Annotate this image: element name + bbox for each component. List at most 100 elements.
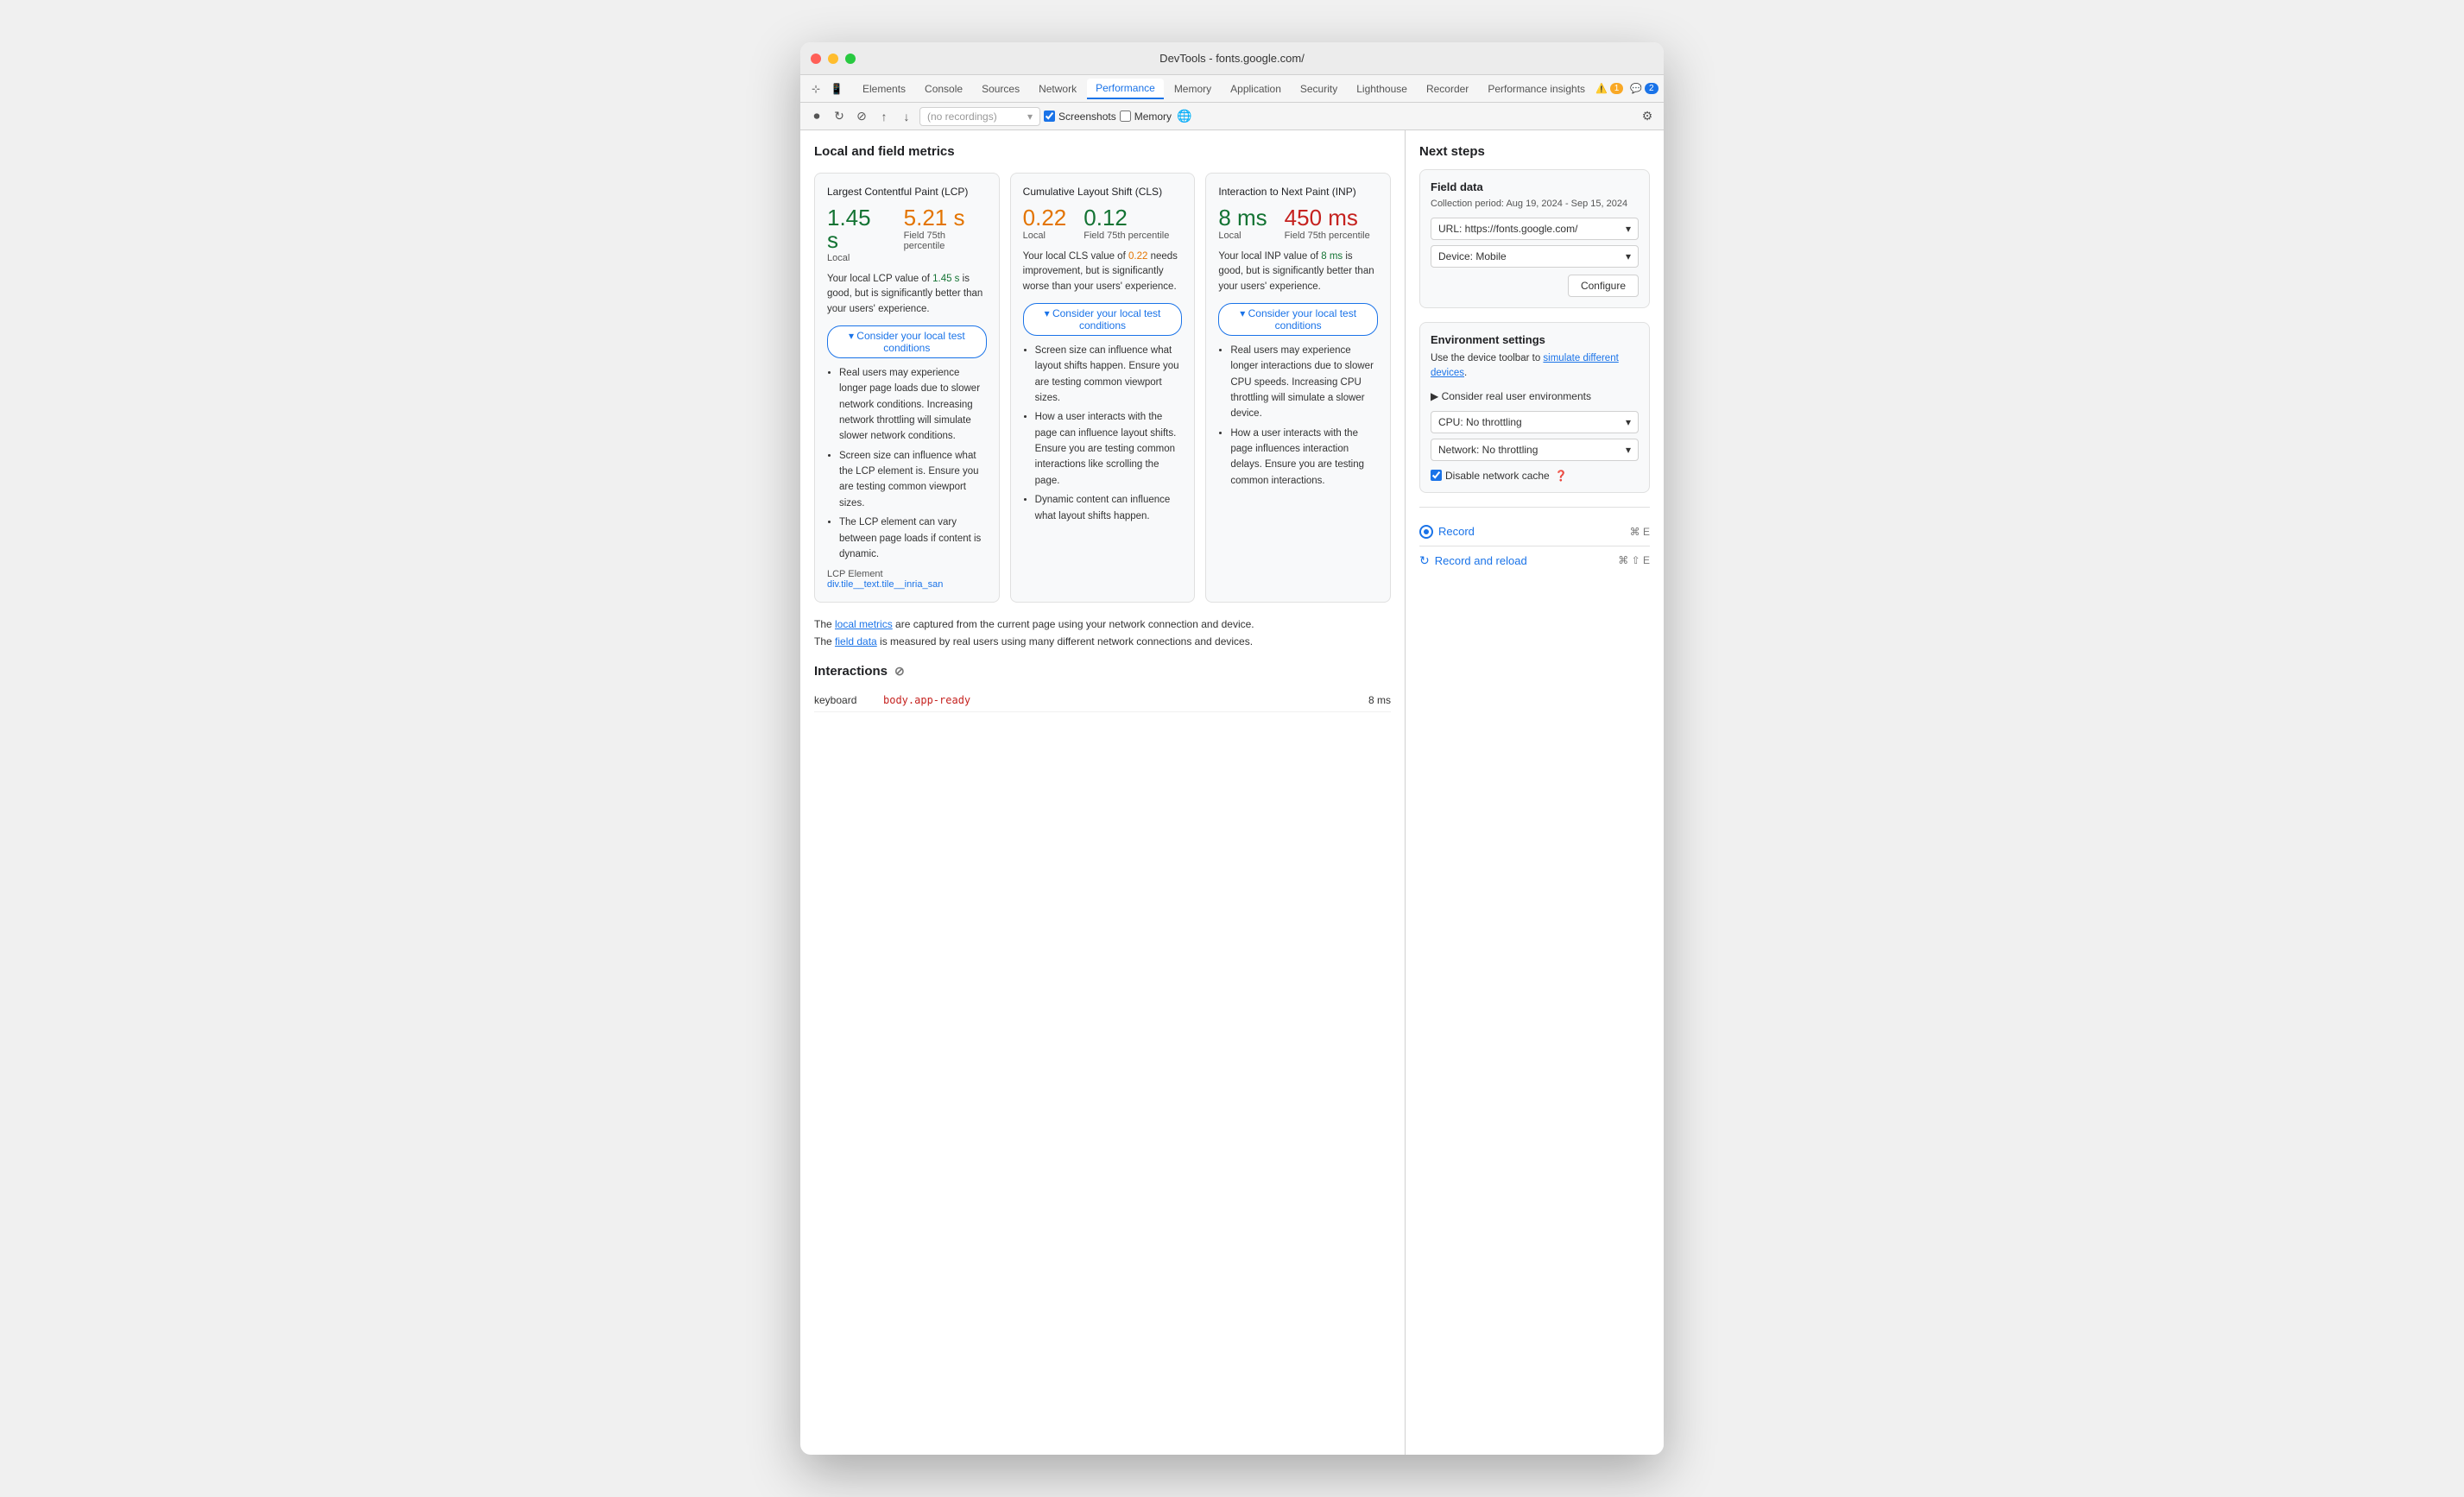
tab-performance-insights[interactable]: Performance insights [1479, 79, 1594, 98]
lcp-bullet-1: Real users may experience longer page lo… [839, 365, 987, 445]
disable-cache-label: Disable network cache [1445, 470, 1550, 482]
record-section: Record ⌘ E ↻ Record and reload ⌘ ⇧ E [1419, 507, 1650, 575]
env-desc: Use the device toolbar to simulate diffe… [1431, 351, 1639, 382]
cls-highlight: 0.22 [1128, 251, 1147, 262]
lcp-bullet-2: Screen size can influence what the LCP e… [839, 448, 987, 512]
inp-desc: Your local INP value of 8 ms is good, bu… [1218, 250, 1378, 294]
info-badge: 2 [1645, 83, 1658, 94]
record-row[interactable]: Record ⌘ E [1419, 518, 1650, 546]
screenshots-checkbox[interactable] [1044, 111, 1055, 122]
cls-card: Cumulative Layout Shift (CLS) 0.22 Local… [1010, 173, 1196, 603]
refresh-button[interactable]: ↻ [830, 107, 849, 126]
inp-local-value: 8 ms [1218, 206, 1267, 229]
tab-right-controls: ⚠️ 1 💬 2 ⚙ ⋮ [1595, 80, 1664, 98]
minimize-button[interactable] [828, 54, 838, 64]
memory-toggle[interactable]: Memory [1120, 111, 1172, 123]
lcp-consider-button[interactable]: ▾ Consider your local test conditions [827, 325, 987, 358]
lcp-field-group: 5.21 s Field 75th percentile [904, 206, 987, 263]
interactions-icon: ⊘ [894, 664, 905, 679]
simulate-link[interactable]: simulate different devices [1431, 353, 1619, 378]
tab-network[interactable]: Network [1030, 79, 1085, 98]
disable-cache-checkbox[interactable] [1431, 470, 1442, 481]
inp-bullet-1: Real users may experience longer interac… [1230, 343, 1378, 422]
url-dropdown[interactable]: URL: https://fonts.google.com/ ▾ [1431, 218, 1639, 240]
interaction-time: 8 ms [1368, 694, 1391, 706]
tab-elements[interactable]: Elements [854, 79, 914, 98]
device-icon[interactable]: 📱 [828, 80, 845, 98]
warning-badge: 1 [1610, 83, 1624, 94]
record-icon [1419, 525, 1433, 539]
network-label: Network: No throttling [1438, 444, 1538, 456]
lcp-element-prefix: LCP Element [827, 569, 883, 579]
inp-consider-button[interactable]: ▾ Consider your local test conditions [1218, 303, 1378, 336]
tab-application[interactable]: Application [1222, 79, 1290, 98]
disable-cache-toggle[interactable]: Disable network cache ❓ [1431, 470, 1639, 482]
lcp-element: LCP Element div.tile__text.tile__inria_s… [827, 569, 987, 590]
inp-field-group: 450 ms Field 75th percentile [1285, 206, 1370, 241]
screenshots-toggle[interactable]: Screenshots [1044, 111, 1116, 123]
lcp-local-group: 1.45 s Local [827, 206, 887, 263]
inp-card: Interaction to Next Paint (INP) 8 ms Loc… [1205, 173, 1391, 603]
lcp-local-value: 1.45 s [827, 206, 887, 251]
settings-toolbar-icon[interactable]: ⚙ [1638, 107, 1657, 126]
recording-selector[interactable]: (no recordings) ▾ [919, 107, 1040, 126]
record-reload-text: Record and reload [1435, 554, 1527, 567]
tab-icons: ⊹ 📱 [807, 80, 845, 98]
consider-real-label: ▶ Consider real user environments [1431, 390, 1591, 402]
network-dropdown[interactable]: Network: No throttling ▾ [1431, 439, 1639, 461]
consider-real-button[interactable]: ▶ Consider real user environments [1431, 390, 1639, 402]
field-data-title: Field data [1431, 180, 1639, 193]
memory-checkbox[interactable] [1120, 111, 1131, 122]
cls-consider-button[interactable]: ▾ Consider your local test conditions [1023, 303, 1183, 336]
help-icon: ❓ [1555, 470, 1568, 482]
section-title: Local and field metrics [814, 144, 1391, 159]
lcp-element-link[interactable]: div.tile__text.tile__inria_san [827, 579, 943, 590]
tab-performance[interactable]: Performance [1087, 79, 1164, 99]
metrics-grid: Largest Contentful Paint (LCP) 1.45 s Lo… [814, 173, 1391, 603]
right-panel: Next steps Field data Collection period:… [1405, 130, 1664, 1455]
download-button[interactable]: ↓ [897, 107, 916, 126]
inp-highlight: 8 ms [1321, 251, 1343, 262]
cls-field-label: Field 75th percentile [1084, 231, 1169, 241]
lcp-field-label: Field 75th percentile [904, 231, 987, 251]
network-icon: 🌐 [1175, 107, 1194, 126]
devtools-tabs: ⊹ 📱 Elements Console Sources Network Per… [800, 75, 1664, 103]
environment-card: Environment settings Use the device tool… [1419, 322, 1650, 493]
clear-button[interactable]: ⊘ [852, 107, 871, 126]
tab-console[interactable]: Console [916, 79, 971, 98]
field-data-link[interactable]: field data [835, 635, 877, 647]
close-button[interactable] [811, 54, 821, 64]
tab-sources[interactable]: Sources [973, 79, 1028, 98]
lcp-local-label: Local [827, 253, 887, 263]
inp-field-value: 450 ms [1285, 206, 1370, 229]
field-data-card: Field data Collection period: Aug 19, 20… [1419, 169, 1650, 308]
toolbar-right: ⚙ [1638, 107, 1657, 126]
upload-button[interactable]: ↑ [875, 107, 894, 126]
cls-bullet-2: How a user interacts with the page can i… [1035, 409, 1183, 489]
cls-title: Cumulative Layout Shift (CLS) [1023, 186, 1183, 198]
screenshots-label: Screenshots [1058, 111, 1116, 123]
cpu-dropdown[interactable]: CPU: No throttling ▾ [1431, 411, 1639, 433]
tab-recorder[interactable]: Recorder [1418, 79, 1477, 98]
maximize-button[interactable] [845, 54, 856, 64]
cls-field-value: 0.12 [1084, 206, 1169, 229]
device-dropdown[interactable]: Device: Mobile ▾ [1431, 245, 1639, 268]
memory-label: Memory [1134, 111, 1172, 123]
inp-values: 8 ms Local 450 ms Field 75th percentile [1218, 206, 1378, 241]
tab-lighthouse[interactable]: Lighthouse [1348, 79, 1416, 98]
cls-local-value: 0.22 [1023, 206, 1067, 229]
record-text: Record [1438, 525, 1475, 538]
interactions-section: Interactions ⊘ [814, 664, 1391, 679]
record-button[interactable]: ⏺ [807, 107, 826, 126]
tab-security[interactable]: Security [1292, 79, 1346, 98]
record-reload-row[interactable]: ↻ Record and reload ⌘ ⇧ E [1419, 546, 1650, 575]
url-dropdown-arrow: ▾ [1626, 223, 1631, 235]
cpu-label: CPU: No throttling [1438, 416, 1522, 428]
local-metrics-link[interactable]: local metrics [835, 618, 893, 630]
cursor-icon[interactable]: ⊹ [807, 80, 824, 98]
configure-button[interactable]: Configure [1568, 275, 1639, 297]
inp-bullet-2: How a user interacts with the page influ… [1230, 426, 1378, 490]
field-note: The local metrics are captured from the … [814, 616, 1391, 649]
tab-memory[interactable]: Memory [1166, 79, 1220, 98]
record-label: Record [1419, 525, 1475, 539]
